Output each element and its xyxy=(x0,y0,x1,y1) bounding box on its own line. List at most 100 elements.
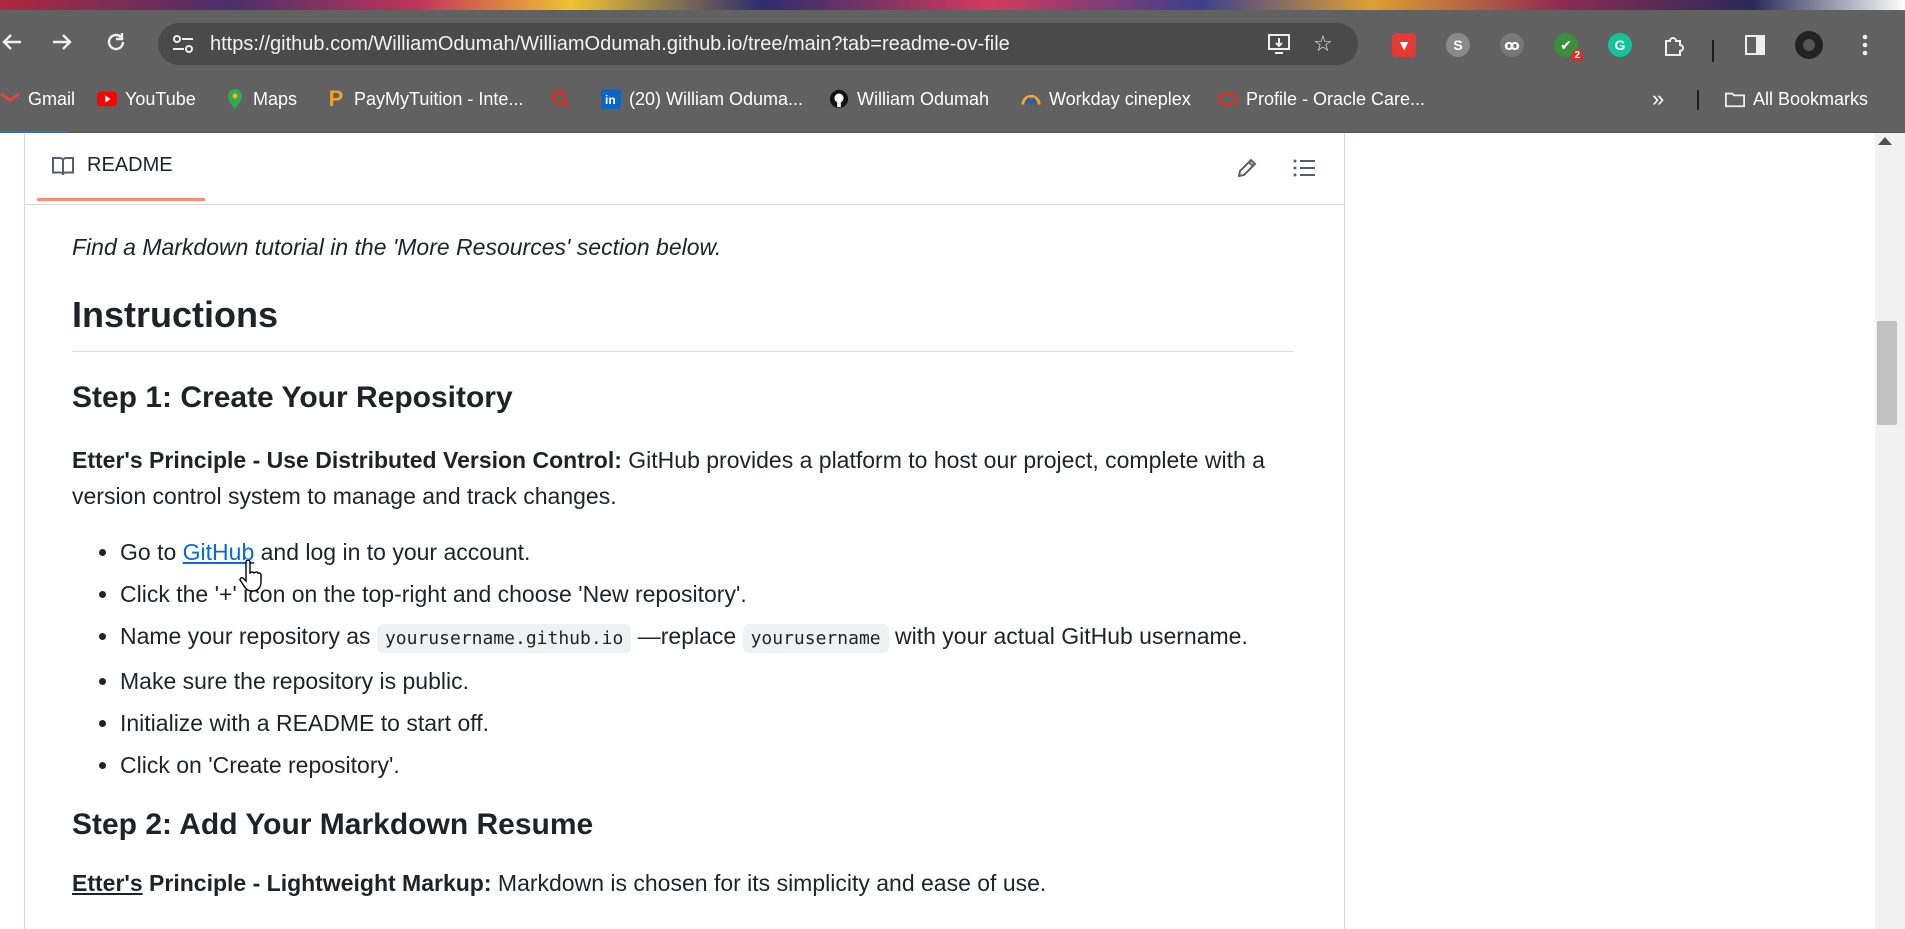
avatar xyxy=(1795,31,1823,59)
profile-avatar[interactable] xyxy=(1794,30,1824,60)
workday-icon xyxy=(1021,89,1041,109)
tab-readme-label: README xyxy=(87,154,173,176)
bookmark-gmail[interactable]: Gmail xyxy=(0,79,75,119)
principle-label: Etter's xyxy=(72,870,143,896)
principle-label: Etter's Principle - Use Distributed Vers… xyxy=(72,447,622,473)
paymytuition-icon: P xyxy=(328,86,344,111)
address-bar[interactable]: https://github.com/WilliamOdumah/William… xyxy=(158,23,1358,65)
gmail-icon xyxy=(0,89,20,109)
oracle-icon xyxy=(1218,89,1238,109)
browser-toolbar: https://github.com/WilliamOdumah/William… xyxy=(0,10,1905,79)
inline-code: yourusername xyxy=(742,624,889,653)
side-panel-button[interactable] xyxy=(1740,30,1770,60)
list-text: Go to xyxy=(120,539,183,565)
extension-pdf[interactable]: ▼ xyxy=(1389,30,1419,60)
bookmark-linkedin[interactable]: in (20) William Oduma... xyxy=(601,79,803,119)
book-icon xyxy=(52,156,74,175)
kebab-menu-icon xyxy=(1862,34,1868,56)
double-chevron-icon: » xyxy=(1652,86,1665,111)
puzzle-icon xyxy=(1665,37,1684,56)
forward-button[interactable] xyxy=(44,24,80,60)
list-item: Go to GitHub and log in to your account. xyxy=(120,534,1294,570)
github-icon xyxy=(829,89,849,109)
list-item: Initialize with a README to start off. xyxy=(120,705,1294,741)
pdf-extension-icon: ▼ xyxy=(1392,33,1416,57)
reload-button[interactable] xyxy=(98,24,134,60)
bookmark-label: Maps xyxy=(253,88,298,109)
site-info-icon[interactable] xyxy=(168,29,198,59)
intro-text: Find a Markdown tutorial in the 'More Re… xyxy=(72,234,722,260)
bookmarks-bar: Gmail YouTube Maps P PayMyTuition - Inte… xyxy=(0,79,1905,133)
youtube-icon xyxy=(97,89,117,109)
bookmark-search[interactable] xyxy=(551,79,579,119)
step1-principle: Etter's Principle - Use Distributed Vers… xyxy=(72,442,1294,514)
list-text: —replace xyxy=(631,623,743,649)
bookmark-label: William Odumah xyxy=(857,88,990,109)
bookmark-oracle[interactable]: Profile - Oracle Care... xyxy=(1218,79,1425,119)
grammarly-icon: G xyxy=(1608,33,1632,57)
search-lens-icon xyxy=(551,89,571,109)
back-button[interactable] xyxy=(0,24,30,60)
url-text[interactable]: https://github.com/WilliamOdumah/William… xyxy=(210,23,1010,65)
tab-readme[interactable]: README xyxy=(37,133,205,201)
bookmark-github[interactable]: William Odumah xyxy=(829,79,989,119)
back-arrow-icon xyxy=(2,34,21,50)
extensions-menu-button[interactable] xyxy=(1659,30,1689,60)
page-scrollbar[interactable] xyxy=(1875,133,1905,929)
list-text: and log in to your account. xyxy=(254,539,531,565)
bookmark-label: PayMyTuition - Inte... xyxy=(354,88,524,109)
glasses-extension-icon: ꝏ xyxy=(1500,33,1524,57)
pencil-icon xyxy=(1237,158,1257,178)
step2-principle: Etter's Principle - Lightweight Markup: … xyxy=(72,865,1294,901)
scroll-up-arrow-icon[interactable] xyxy=(1878,137,1892,145)
principle-label: Principle - Lightweight Markup: xyxy=(142,870,492,896)
bookmark-star-icon[interactable]: ☆ xyxy=(1308,29,1338,59)
bookmarks-divider xyxy=(1697,90,1699,110)
extension-s[interactable]: S xyxy=(1443,30,1473,60)
s-extension-icon: S xyxy=(1446,33,1470,57)
bookmark-label: Workday cineplex xyxy=(1049,88,1191,109)
install-app-icon[interactable] xyxy=(1264,29,1294,59)
maps-icon xyxy=(225,89,245,109)
extension-glasses[interactable]: ꝏ xyxy=(1497,30,1527,60)
more-bookmarks-button[interactable]: » xyxy=(1652,79,1664,119)
outline-button[interactable] xyxy=(1287,151,1321,185)
svg-text:in: in xyxy=(605,93,616,107)
page-content: README Find a Markdown tutorial in the '… xyxy=(0,133,1905,929)
linkedin-icon: in xyxy=(601,89,621,109)
bookmark-maps[interactable]: Maps xyxy=(225,79,297,119)
extension-badged[interactable]: ✔ 2 xyxy=(1551,30,1583,62)
list-icon xyxy=(1293,159,1315,177)
reload-icon xyxy=(107,33,125,51)
edit-readme-button[interactable] xyxy=(1230,151,1264,185)
principle-text: Markdown is chosen for its simplicity an… xyxy=(491,870,1047,896)
hand-cursor-icon xyxy=(239,560,262,592)
list-item: Click on 'Create repository'. xyxy=(120,747,1294,783)
all-bookmarks-label: All Bookmarks xyxy=(1753,88,1869,109)
bookmark-paymytuition[interactable]: P PayMyTuition - Inte... xyxy=(326,79,524,119)
bookmark-workday[interactable]: Workday cineplex xyxy=(1021,79,1191,119)
list-item: Click the '+' icon on the top-right and … xyxy=(120,576,1294,612)
readme-header: README xyxy=(25,133,1344,205)
bookmark-label: YouTube xyxy=(125,88,196,109)
inline-code: yourusername.github.io xyxy=(376,624,632,653)
forward-arrow-icon xyxy=(53,34,72,50)
heading-step2: Step 2: Add Your Markdown Resume xyxy=(72,808,594,841)
scrollbar-thumb[interactable] xyxy=(1877,321,1897,425)
all-bookmarks-button[interactable]: All Bookmarks xyxy=(1725,79,1868,119)
folder-icon xyxy=(1725,89,1745,109)
toolbar-divider xyxy=(1712,40,1714,62)
list-item: Make sure the repository is public. xyxy=(120,663,1294,699)
bookmark-label: Profile - Oracle Care... xyxy=(1246,88,1426,109)
bookmark-label: (20) William Oduma... xyxy=(629,88,804,109)
extension-grammarly[interactable]: G xyxy=(1605,30,1635,60)
bookmark-label: Gmail xyxy=(28,88,76,109)
list-text: Name your repository as xyxy=(120,623,377,649)
browser-menu-button[interactable] xyxy=(1850,30,1880,60)
list-item: Name your repository as yourusername.git… xyxy=(120,618,1294,657)
side-panel-icon xyxy=(1745,35,1765,55)
heading-step1: Step 1: Create Your Repository xyxy=(72,381,513,414)
tab-strip xyxy=(0,0,1905,10)
bookmark-youtube[interactable]: YouTube xyxy=(97,79,196,119)
heading-instructions: Instructions xyxy=(72,291,1294,352)
